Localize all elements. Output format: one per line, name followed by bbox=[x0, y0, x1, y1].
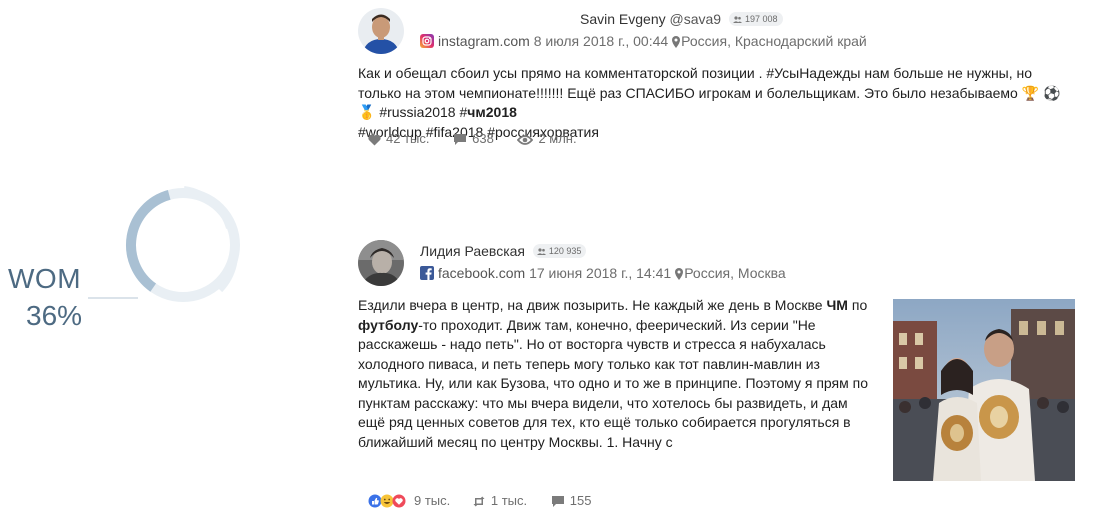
wom-value: 36% bbox=[26, 300, 83, 331]
post-date[interactable]: 17 июня 2018 г., 14:41 bbox=[529, 265, 671, 281]
post-location: Россия, Краснодарский край bbox=[681, 33, 867, 49]
post-meta: facebook.com 17 июня 2018 г., 14:41 Росси… bbox=[420, 264, 786, 284]
reactions-count: 9 тыс. bbox=[414, 492, 451, 508]
post-text: Ездили вчера в центр, на движ позырить. … bbox=[358, 296, 876, 452]
post-stats: 42 тыс. 638 2 млн. bbox=[368, 130, 597, 147]
comment-icon bbox=[454, 133, 467, 145]
comments-stat[interactable]: 155 bbox=[551, 492, 592, 509]
author-name[interactable]: Лидия Раевская bbox=[420, 243, 525, 259]
post-header: Savin Evgeny @sava9 197 008 bbox=[580, 10, 783, 28]
avatar[interactable] bbox=[358, 240, 404, 286]
comments-stat[interactable]: 638 bbox=[453, 131, 494, 147]
post-text-bold: ЧМ bbox=[826, 297, 848, 313]
shares-count: 1 тыс. bbox=[490, 492, 528, 508]
post-text-part: Как и обещал сбоил усы прямо на коммента… bbox=[358, 65, 1061, 120]
reactions-icons bbox=[368, 494, 406, 508]
post-date[interactable]: 8 июля 2018 г., 00:44 bbox=[534, 33, 668, 49]
likes-stat[interactable]: 42 тыс. bbox=[368, 131, 429, 147]
followers-badge: 120 935 bbox=[532, 244, 587, 259]
heart-icon bbox=[368, 134, 381, 146]
followers-badge: 197 008 bbox=[728, 12, 783, 27]
post-text-part: -то проходит. Движ там, конечно, феериче… bbox=[358, 316, 869, 450]
wom-label: WOM bbox=[8, 263, 82, 294]
post-header: Лидия Раевская 120 935 bbox=[420, 242, 587, 260]
post-location: Россия, Москва bbox=[684, 265, 786, 281]
source-link[interactable]: instagram.com bbox=[438, 33, 530, 49]
post-text-part: Ездили вчера в центр, на движ позырить. … bbox=[358, 297, 827, 313]
followers-count: 120 935 bbox=[548, 246, 582, 257]
author-name[interactable]: Savin Evgeny bbox=[580, 11, 666, 27]
location-pin-icon bbox=[672, 34, 681, 52]
likes-count: 42 тыс. bbox=[386, 130, 430, 146]
avatar[interactable] bbox=[358, 8, 404, 54]
people-icon bbox=[732, 13, 742, 27]
comments-count: 638 bbox=[472, 130, 494, 146]
wom-widget: WOM 36% bbox=[0, 180, 260, 340]
followers-count: 197 008 bbox=[744, 14, 778, 25]
author-handle[interactable]: @sava9 bbox=[670, 11, 722, 27]
eye-icon bbox=[517, 134, 534, 145]
post-stats: 9 тыс. 1 тыс. 155 bbox=[368, 492, 611, 509]
facebook-icon bbox=[420, 266, 434, 280]
location-pin-icon bbox=[675, 266, 684, 284]
repost-icon bbox=[473, 496, 485, 507]
post-text-part: по bbox=[847, 297, 868, 313]
people-icon bbox=[536, 245, 546, 259]
views-stat: 2 млн. bbox=[517, 130, 577, 147]
post-photo[interactable] bbox=[893, 299, 1075, 481]
post-meta: instagram.com 8 июля 2018 г., 00:44 Росси… bbox=[420, 32, 867, 52]
reactions-stat[interactable]: 9 тыс. bbox=[368, 493, 450, 509]
hashtag-bold[interactable]: чм2018 bbox=[467, 104, 517, 120]
views-count: 2 млн. bbox=[538, 130, 577, 146]
instagram-icon bbox=[420, 34, 434, 48]
source-link[interactable]: facebook.com bbox=[438, 265, 525, 281]
comment-icon bbox=[551, 495, 564, 507]
post-text-bold: футболу bbox=[358, 316, 419, 333]
comments-count: 155 bbox=[569, 492, 592, 508]
donut-fill-arc bbox=[126, 190, 171, 292]
shares-stat[interactable]: 1 тыс. bbox=[472, 493, 527, 509]
